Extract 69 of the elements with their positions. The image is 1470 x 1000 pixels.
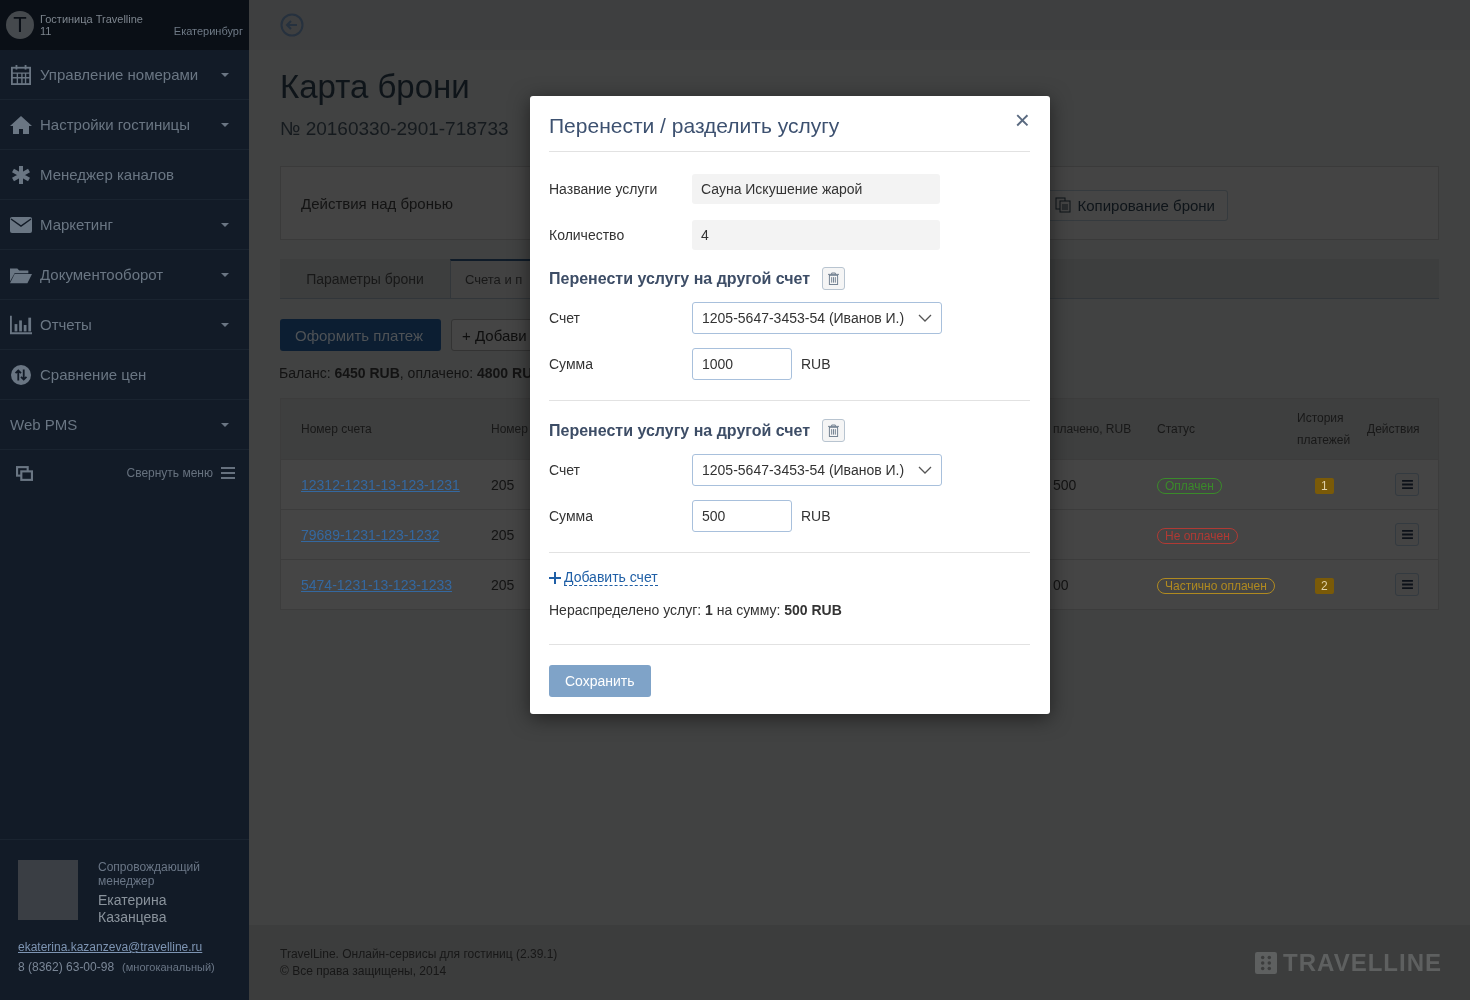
delete-button[interactable] [822,419,846,442]
email-link[interactable]: ekaterina.kazanzeva@travelline.ru [18,940,203,954]
delete-button[interactable] [822,267,846,290]
photo-placeholder [18,860,78,920]
summary-text: Нераспределено услуг: 1 на сумму: 500 RUB [549,602,843,618]
windows-icon[interactable] [16,465,33,481]
logo-icon [1255,951,1278,974]
menu-button[interactable] [1395,473,1419,496]
trash-icon [828,272,840,285]
sidebar-item[interactable]: Документооборот [0,250,249,300]
modal-title: Перенести / разделить услугу [549,113,840,138]
asterisk-icon [10,164,32,185]
house-icon [10,114,32,135]
manager-role: Сопровождающий менеджер [98,860,201,888]
caret-icon [221,222,229,227]
field-label: Сумма [549,356,594,372]
sidebar-item[interactable]: Маркетинг [0,200,249,250]
caret-icon [221,72,229,77]
manager-phone: 8 (8362) 63-00-98 [18,960,115,974]
caret-icon [221,272,229,277]
sidebar-item[interactable]: Управление номерами [0,50,249,100]
hotel-name: Гостиница Travelline [40,13,144,25]
copy-icon [1055,197,1072,213]
hotel-avatar[interactable]: T [6,11,34,39]
sidebar-item[interactable]: Настройки гостиницы [0,100,249,150]
sum-input[interactable]: 500 [692,500,792,532]
add-account-link[interactable]: Добавить счет [549,569,658,586]
manager-name: Екатерина Казанцева [98,892,168,926]
envelope-icon [10,214,32,235]
phone-note: (многоканальный) [122,961,215,973]
field-label: Количество [549,227,626,243]
menu-button[interactable] [1395,573,1419,596]
trash-icon [828,424,840,437]
account-select[interactable]: 1205-5647-3453-54 (Иванов И.) [692,454,942,486]
menu-button[interactable] [1395,523,1419,546]
history-count[interactable]: 2 [1315,577,1334,594]
chevron-down-icon [918,314,932,322]
chevron-down-icon [918,466,932,474]
menu-icon [221,467,235,479]
menu-icon [1401,480,1413,489]
sidebar-item[interactable]: Отчеты [0,300,249,350]
history-count[interactable]: 1 [1315,477,1334,494]
make-payment-button[interactable]: Оформить платеж [280,319,442,351]
field-label: Сумма [549,508,594,524]
bar-chart-icon [10,314,32,335]
caret-icon [221,422,229,427]
sidebar-item[interactable]: Сравнение цен [0,350,249,400]
currency-label: RUB [801,356,831,372]
calendar-icon [10,64,32,85]
readonly-field: 4 [692,220,940,250]
caret-icon [221,322,229,327]
sum-input[interactable]: 1000 [692,348,792,380]
arrows-circle-icon [10,364,32,385]
currency-label: RUB [801,508,831,524]
hotel-number: 11 [40,25,52,37]
menu-icon [1401,580,1413,589]
section-heading: Перенести услугу на другой счет [549,269,811,288]
menu-icon [1401,530,1413,539]
readonly-field: Сауна Искушение жарой [692,174,940,204]
field-label: Название услуги [549,181,659,197]
plus-icon [549,571,561,584]
collapse-menu-button[interactable]: Свернуть меню [126,466,235,480]
hotel-city: Екатеринбург [173,25,243,37]
field-label: Счет [549,462,581,478]
close-button[interactable]: × [1010,105,1030,136]
section-heading: Перенести услугу на другой счет [549,421,811,440]
caret-icon [221,122,229,127]
account-select[interactable]: 1205-5647-3453-54 (Иванов И.) [692,302,942,334]
field-label: Счет [549,310,581,326]
